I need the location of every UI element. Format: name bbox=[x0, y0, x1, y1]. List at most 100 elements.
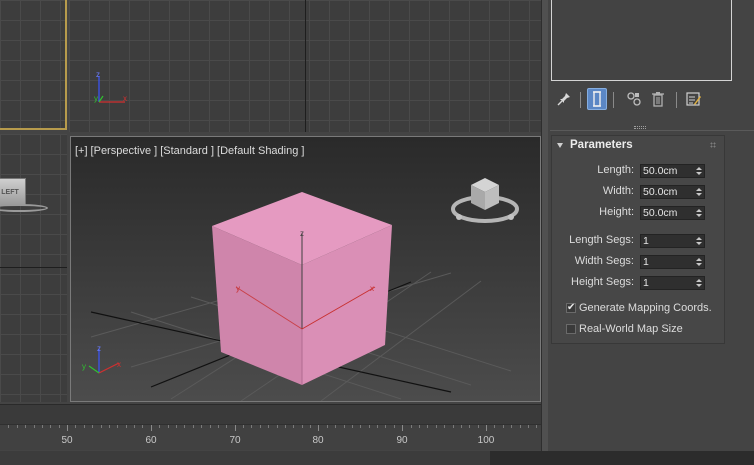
ruler-tick bbox=[502, 425, 504, 428]
width-spinner[interactable]: 50.0cm bbox=[640, 185, 705, 199]
front-axis-label-z: z bbox=[96, 70, 100, 79]
real-world-map-size-option[interactable]: Real-World Map Size bbox=[566, 323, 683, 335]
length-label: Length: bbox=[597, 164, 634, 176]
ruler-tick bbox=[75, 425, 77, 428]
modifier-stack-toolbar bbox=[550, 86, 745, 112]
make-unique-icon[interactable] bbox=[624, 88, 644, 110]
ruler-tick bbox=[167, 425, 169, 428]
width-label: Width: bbox=[602, 185, 634, 197]
panel-divider bbox=[550, 130, 754, 131]
ruler-tick bbox=[159, 425, 161, 428]
ruler-tick bbox=[301, 425, 303, 428]
ruler-tick bbox=[92, 425, 94, 428]
ruler-tick bbox=[469, 425, 471, 428]
ruler-tick bbox=[402, 425, 404, 431]
gizmo-label-z: z bbox=[300, 229, 304, 238]
ruler-tick bbox=[343, 425, 345, 428]
spinner-arrows-icon[interactable] bbox=[694, 165, 704, 177]
gizmo-label-y: y bbox=[236, 284, 240, 293]
pin-stack-icon[interactable] bbox=[554, 88, 574, 110]
ruler-tick bbox=[108, 425, 110, 428]
ruler-tick bbox=[251, 425, 253, 428]
ruler-tick bbox=[326, 425, 328, 428]
width-segs-value[interactable]: 1 bbox=[641, 256, 694, 268]
length-segs-label: Length Segs: bbox=[569, 234, 634, 246]
ruler-tick bbox=[419, 425, 420, 428]
length-segs-value[interactable]: 1 bbox=[641, 235, 694, 247]
ruler-tick bbox=[234, 425, 236, 431]
height-segs-value[interactable]: 1 bbox=[641, 277, 694, 289]
generate-mapping-coords-checkbox[interactable]: ✔ bbox=[566, 303, 576, 313]
ruler-tick bbox=[268, 425, 270, 428]
remove-modifier-icon[interactable] bbox=[648, 88, 668, 110]
ruler-tick bbox=[217, 425, 219, 428]
modifier-stack-icon[interactable] bbox=[587, 88, 607, 110]
ruler-tick bbox=[444, 425, 446, 428]
ruler-label: 90 bbox=[396, 435, 408, 446]
front-viewport[interactable]: z y x bbox=[69, 0, 541, 132]
rollout-collapse-icon[interactable] bbox=[557, 143, 563, 148]
left-viewcube-ring[interactable] bbox=[0, 204, 48, 212]
track-bar-ruler[interactable]: 50 60 70 80 90 100 bbox=[0, 424, 541, 450]
ruler-tick bbox=[175, 425, 177, 428]
generate-mapping-coords-option[interactable]: ✔ Generate Mapping Coords. bbox=[566, 302, 712, 314]
ruler-tick bbox=[83, 425, 85, 428]
ruler-tick bbox=[117, 425, 119, 428]
spinner-arrows-icon[interactable] bbox=[694, 277, 704, 289]
panel-splitter[interactable] bbox=[541, 0, 548, 451]
top-viewport[interactable] bbox=[0, 0, 67, 130]
rollout-drag-handle-icon[interactable] bbox=[710, 142, 716, 148]
ruler-tick bbox=[494, 425, 496, 428]
ruler-tick bbox=[259, 425, 261, 428]
ruler-tick bbox=[427, 425, 429, 428]
ruler-label: 60 bbox=[145, 435, 157, 446]
height-spinner[interactable]: 50.0cm bbox=[640, 206, 705, 220]
viewcube-icon[interactable] bbox=[445, 167, 525, 237]
length-value[interactable]: 50.0cm bbox=[641, 165, 694, 177]
spinner-arrows-icon[interactable] bbox=[694, 256, 704, 268]
front-axis-gizmo: z y x bbox=[94, 70, 127, 103]
ruler-tick bbox=[50, 425, 52, 428]
ruler-label: 50 bbox=[61, 435, 73, 446]
width-segs-label: Width Segs: bbox=[574, 255, 634, 267]
ruler-tick bbox=[318, 425, 320, 431]
ruler-tick bbox=[536, 425, 538, 428]
width-value[interactable]: 50.0cm bbox=[641, 186, 694, 198]
ruler-tick bbox=[209, 425, 211, 428]
toolbar-separator bbox=[676, 92, 677, 108]
ruler-tick bbox=[310, 425, 311, 428]
height-value[interactable]: 50.0cm bbox=[641, 207, 694, 219]
time-slider-track[interactable] bbox=[0, 404, 541, 424]
height-segs-spinner[interactable]: 1 bbox=[640, 276, 705, 290]
ruler-tick bbox=[486, 425, 487, 431]
left-viewport[interactable]: LEFT bbox=[0, 134, 67, 402]
left-viewcube-label: LEFT bbox=[1, 188, 19, 196]
gizmo-label-x: x bbox=[370, 284, 374, 293]
length-spinner[interactable]: 50.0cm bbox=[640, 164, 705, 178]
ruler-tick bbox=[460, 425, 462, 428]
modifier-list-area[interactable] bbox=[551, 0, 732, 81]
spinner-arrows-icon[interactable] bbox=[694, 235, 704, 247]
length-segs-spinner[interactable]: 1 bbox=[640, 234, 705, 248]
spinner-arrows-icon[interactable] bbox=[694, 186, 704, 198]
left-viewcube[interactable]: LEFT bbox=[0, 178, 26, 206]
tripod-label-z: z bbox=[97, 344, 101, 353]
rollout-header[interactable]: Parameters bbox=[552, 136, 724, 156]
ruler-tick bbox=[511, 425, 513, 428]
ruler-tick bbox=[125, 425, 127, 428]
panel-scroll-grip[interactable] bbox=[634, 126, 646, 129]
ruler-tick bbox=[150, 425, 152, 431]
spinner-arrows-icon[interactable] bbox=[694, 207, 704, 219]
ruler-tick bbox=[276, 425, 278, 428]
front-grid-axis-line bbox=[305, 0, 306, 132]
ruler-tick bbox=[184, 425, 186, 428]
real-world-map-size-checkbox[interactable] bbox=[566, 324, 576, 334]
ruler-tick bbox=[134, 425, 135, 428]
ruler-tick bbox=[335, 425, 337, 428]
perspective-viewport[interactable]: [+] [Perspective ] [Standard ] [Default Sha… bbox=[70, 136, 541, 402]
ruler-tick bbox=[385, 425, 387, 428]
height-segs-label: Height Segs: bbox=[571, 276, 634, 288]
left-grid-axis-line bbox=[0, 267, 67, 268]
width-segs-spinner[interactable]: 1 bbox=[640, 255, 705, 269]
configure-modifier-sets-icon[interactable] bbox=[683, 88, 703, 110]
